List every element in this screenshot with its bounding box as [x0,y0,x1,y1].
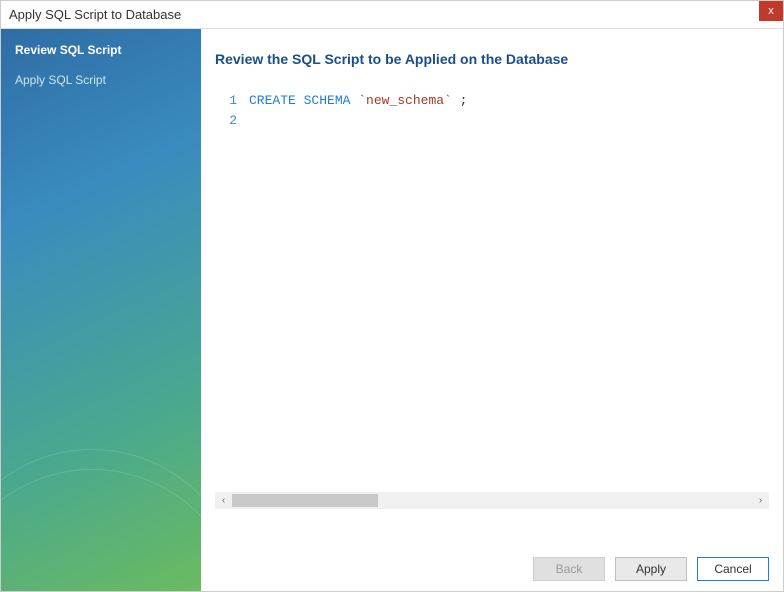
main-panel: Review the SQL Script to be Applied on t… [201,29,783,591]
code-line: 1CREATE SCHEMA `new_schema` ; [215,91,769,111]
line-number: 2 [215,111,249,131]
scroll-track[interactable] [232,492,752,509]
close-icon: x [768,5,774,17]
titlebar: Apply SQL Script to Database x [1,1,783,29]
scroll-thumb[interactable] [232,494,378,507]
scroll-left-arrow-icon[interactable]: ‹ [215,492,232,509]
line-content: CREATE SCHEMA `new_schema` ; [249,91,467,111]
apply-button[interactable]: Apply [615,557,687,581]
line-number: 1 [215,91,249,111]
scroll-right-arrow-icon[interactable]: › [752,492,769,509]
code-token: `new_schema` [358,93,452,108]
dialog-body: Review SQL Script Apply SQL Script Revie… [1,29,783,591]
wizard-sidebar: Review SQL Script Apply SQL Script [1,29,201,591]
wizard-step-label: Apply SQL Script [15,73,106,87]
panel-heading: Review the SQL Script to be Applied on t… [215,37,769,91]
wizard-step-review[interactable]: Review SQL Script [1,35,201,65]
wizard-step-label: Review SQL Script [15,43,121,57]
back-button: Back [533,557,605,581]
sql-editor-content: 1CREATE SCHEMA `new_schema` ;2 [215,91,769,488]
horizontal-scrollbar[interactable]: ‹ › [215,492,769,509]
code-token: ; [452,93,468,108]
sql-editor[interactable]: 1CREATE SCHEMA `new_schema` ;2 ‹ › [215,91,769,509]
dialog-window: Apply SQL Script to Database x Review SQ… [0,0,784,592]
code-line: 2 [215,111,769,131]
wizard-step-apply[interactable]: Apply SQL Script [1,65,201,95]
window-title: Apply SQL Script to Database [9,7,181,22]
cancel-button[interactable]: Cancel [697,557,769,581]
code-token: CREATE SCHEMA [249,93,350,108]
close-button[interactable]: x [759,1,783,21]
button-row: Back Apply Cancel [215,509,769,581]
